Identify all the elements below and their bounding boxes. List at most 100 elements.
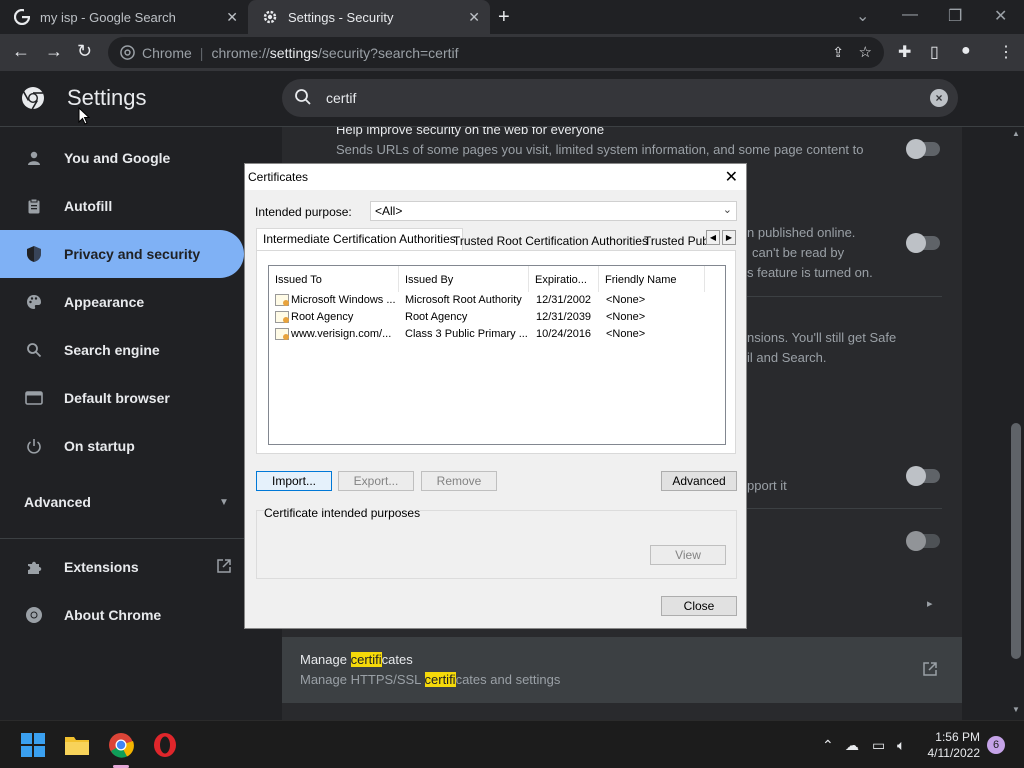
toggle-switch[interactable]	[906, 233, 940, 253]
restore-icon[interactable]: ❐	[948, 6, 962, 26]
sidebar-item-on-startup[interactable]: On startup	[0, 422, 244, 470]
toggle-switch[interactable]	[906, 531, 940, 551]
cell-friendly-name: <None>	[606, 294, 646, 306]
sidebar-item-you-and-google[interactable]: You and Google	[0, 134, 244, 182]
sidebar-item-appearance[interactable]: Appearance	[0, 278, 244, 326]
setting-description: n published online.	[747, 225, 856, 240]
view-button[interactable]: View	[650, 545, 726, 565]
column-header-issued-by[interactable]: Issued By	[399, 266, 529, 292]
minimize-icon[interactable]: —	[902, 6, 918, 24]
dialog-title: Certificates	[248, 170, 309, 184]
extensions-puzzle-icon[interactable]: ✚	[898, 42, 911, 62]
windows-start-icon[interactable]	[20, 732, 46, 758]
close-icon[interactable]: ✕	[725, 167, 738, 187]
clear-search-icon[interactable]: ×	[930, 89, 948, 107]
person-icon	[24, 148, 44, 168]
address-bar[interactable]: Chrome | chrome://settings/security?sear…	[108, 37, 884, 68]
close-tab-icon[interactable]: ✕	[226, 9, 238, 26]
volume-icon[interactable]: 🔈︎	[897, 737, 905, 754]
gear-icon	[262, 9, 278, 25]
opera-icon[interactable]	[152, 732, 178, 758]
side-panel-icon[interactable]: ▯	[930, 42, 939, 62]
chrome-logo-icon	[21, 86, 45, 115]
tab-intermediate-ca[interactable]: Intermediate Certification Authorities	[256, 228, 463, 250]
scrollbar-thumb[interactable]	[1011, 423, 1021, 659]
caret-down-icon: ▼	[219, 496, 229, 508]
advanced-button[interactable]: Advanced	[661, 471, 737, 491]
tab-google-search[interactable]: my isp - Google Search ✕	[0, 0, 248, 34]
certificate-icon	[275, 328, 289, 340]
share-icon[interactable]: ⇪	[832, 44, 844, 61]
toggle-switch[interactable]	[906, 466, 940, 486]
window-close-icon[interactable]: ✕	[994, 6, 1007, 26]
dialog-titlebar[interactable]: Certificates ✕	[245, 164, 746, 190]
notification-badge[interactable]: 6	[987, 736, 1005, 754]
taskbar-clock[interactable]: 1:56 PM 4/11/2022	[928, 729, 981, 761]
page-scrollbar[interactable]: ▲ ▼	[1008, 127, 1024, 719]
chrome-icon	[24, 605, 44, 625]
tab-scroll-right-icon[interactable]: ▶	[722, 230, 736, 245]
cell-expiration: 12/31/2002	[536, 294, 592, 306]
settings-search[interactable]: ×	[282, 79, 958, 117]
sidebar-item-privacy-and-security[interactable]: Privacy and security	[0, 230, 244, 278]
back-icon[interactable]: ←	[12, 41, 30, 62]
sidebar-item-about-chrome[interactable]: About Chrome	[0, 591, 244, 639]
browser-toolbar: ← → ↻ Chrome | chrome://settings/securit…	[0, 34, 1024, 71]
export-button[interactable]: Export...	[338, 471, 414, 491]
profile-icon[interactable]: ●	[961, 42, 971, 60]
chevron-up-icon[interactable]: ⌃	[822, 737, 834, 754]
sidebar-item-label: Search engine	[64, 342, 160, 358]
column-header-friendly-name[interactable]: Friendly Name	[599, 266, 705, 292]
tab-search-icon[interactable]: ⌄	[856, 6, 869, 26]
setting-description: Sends URLs of some pages you visit, limi…	[336, 142, 864, 157]
setting-title: Help improve security on the web for eve…	[336, 127, 605, 137]
sidebar-item-extensions[interactable]: Extensions	[0, 543, 244, 591]
new-tab-button[interactable]: +	[498, 6, 510, 29]
onedrive-cloud-icon[interactable]: ☁	[845, 737, 859, 754]
tab-scroll-left-icon[interactable]: ◀	[706, 230, 720, 245]
shield-icon	[24, 244, 44, 264]
scroll-down-icon[interactable]: ▼	[1012, 705, 1020, 714]
chrome-taskbar-icon[interactable]	[108, 732, 134, 758]
toggle-switch[interactable]	[906, 139, 940, 159]
cell-expiration: 10/24/2016	[536, 328, 592, 340]
network-icon[interactable]: ▭	[872, 737, 885, 754]
bookmark-star-icon[interactable]: ☆	[859, 43, 872, 61]
cell-friendly-name: <None>	[606, 311, 646, 323]
intended-purpose-label: Intended purpose:	[255, 205, 352, 219]
certificate-list[interactable]: Issued To Issued By Expiratio... Friendl…	[268, 265, 726, 445]
sidebar-item-default-browser[interactable]: Default browser	[0, 374, 244, 422]
column-header-expiration[interactable]: Expiratio...	[529, 266, 599, 292]
cell-issued-to: Microsoft Windows ...	[291, 294, 396, 306]
sidebar-item-label: Privacy and security	[64, 246, 201, 262]
import-button[interactable]: Import...	[256, 471, 332, 491]
sidebar-item-label: Autofill	[64, 198, 113, 214]
sidebar-item-search-engine[interactable]: Search engine	[0, 326, 244, 374]
tab-title: Settings - Security	[288, 9, 394, 25]
file-explorer-icon[interactable]	[64, 732, 90, 758]
browser-icon	[24, 388, 44, 408]
close-button[interactable]: Close	[661, 596, 737, 616]
sidebar-item-label: Default browser	[64, 390, 170, 406]
sidebar-advanced-toggle[interactable]: Advanced ▼	[0, 478, 244, 526]
sidebar-item-autofill[interactable]: Autofill	[0, 182, 244, 230]
manage-certificates-row[interactable]: Manage certificates Manage HTTPS/SSL cer…	[282, 637, 962, 703]
mouse-cursor-icon	[78, 107, 90, 125]
search-input[interactable]	[326, 87, 886, 109]
sidebar-item-label: On startup	[64, 438, 135, 454]
cell-issued-by: Class 3 Public Primary ...	[405, 328, 528, 340]
intended-purpose-select[interactable]: <All> ⌄	[370, 201, 737, 221]
column-header-issued-to[interactable]: Issued To	[269, 266, 399, 292]
scroll-up-icon[interactable]: ▲	[1012, 129, 1020, 138]
forward-icon[interactable]: →	[45, 41, 63, 62]
settings-sidebar: You and Google Autofill Privacy and secu…	[0, 128, 250, 728]
remove-button[interactable]: Remove	[421, 471, 497, 491]
clock-date: 4/11/2022	[927, 746, 981, 760]
menu-kebab-icon[interactable]: ⋮	[998, 42, 1014, 62]
tab-settings-security[interactable]: Settings - Security ✕	[248, 0, 490, 34]
reload-icon[interactable]: ↻	[77, 41, 92, 62]
tab-trusted-publishers[interactable]: Trusted Publ	[640, 232, 706, 250]
setting-description: nsions. You'll still get Safe	[747, 330, 897, 345]
tab-trusted-root-ca[interactable]: Trusted Root Certification Authorities	[449, 232, 652, 250]
close-tab-icon[interactable]: ✕	[468, 9, 480, 26]
